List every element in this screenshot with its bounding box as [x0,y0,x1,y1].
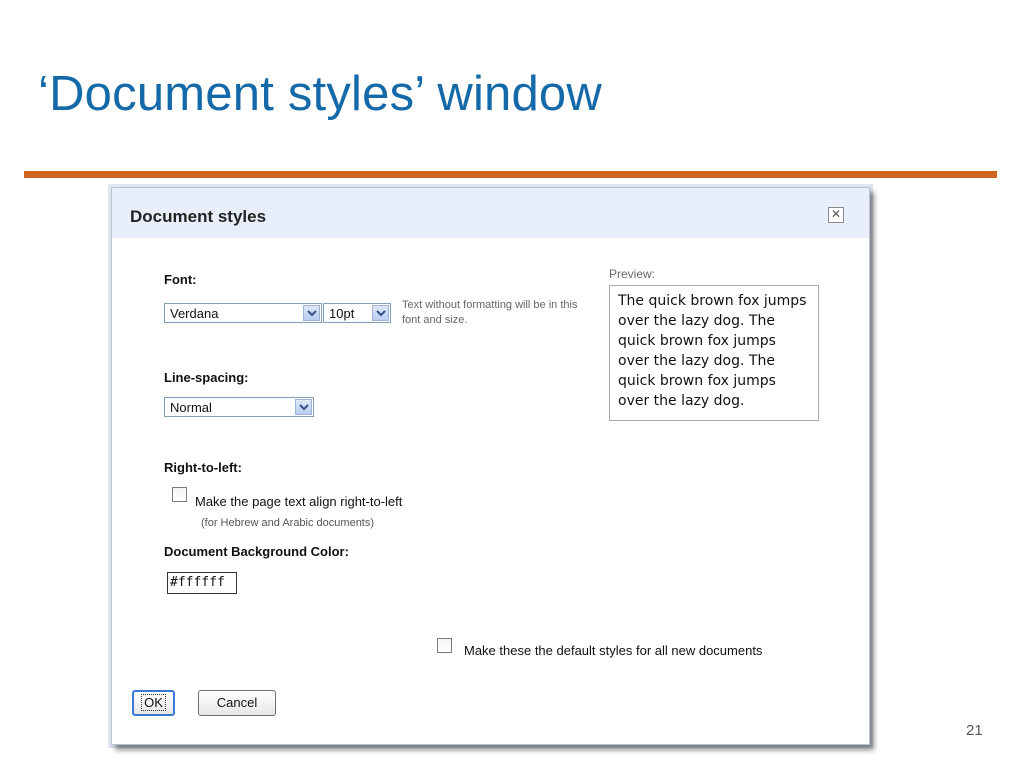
font-family-value: Verdana [170,306,219,321]
cancel-button[interactable]: Cancel [198,690,276,716]
ok-button[interactable]: OK [132,690,175,716]
rtl-label: Right-to-left: [164,460,242,475]
line-spacing-value: Normal [170,400,212,415]
slide-title: ‘Document styles’ window [38,67,602,121]
chevron-down-icon [303,305,320,321]
line-spacing-label: Line-spacing: [164,370,249,385]
preview-label: Preview: [609,267,656,281]
line-spacing-select[interactable]: Normal [164,397,314,417]
background-color-input[interactable]: #ffffff [167,572,237,594]
page-number: 21 [966,722,983,739]
rtl-note: (for Hebrew and Arabic documents) [201,517,375,529]
dialog-header: Document styles ✕ [112,188,869,238]
rtl-checkbox-label: Make the page text align right-to-left [195,494,403,509]
font-size-select[interactable]: 10pt [323,303,391,323]
background-color-label: Document Background Color: [164,544,349,559]
default-styles-checkbox[interactable] [437,638,452,653]
font-family-select[interactable]: Verdana [164,303,322,323]
chevron-down-icon [372,305,389,321]
accent-divider [24,171,997,178]
close-icon[interactable]: ✕ [828,207,844,223]
default-styles-label: Make these the default styles for all ne… [464,643,763,658]
rtl-checkbox[interactable] [172,487,187,502]
font-label: Font: [164,272,197,287]
font-hint: Text without formatting will be in this … [402,299,578,326]
ok-button-label: OK [141,694,166,711]
font-size-value: 10pt [329,306,355,321]
chevron-down-icon [295,399,312,415]
preview-box: The quick brown fox jumps over the lazy … [609,285,819,421]
dialog-title: Document styles [130,207,267,226]
preview-text: The quick brown fox jumps over the lazy … [618,293,807,409]
document-styles-dialog: Document styles ✕ Font: Verdana 10pt Tex… [111,187,870,745]
